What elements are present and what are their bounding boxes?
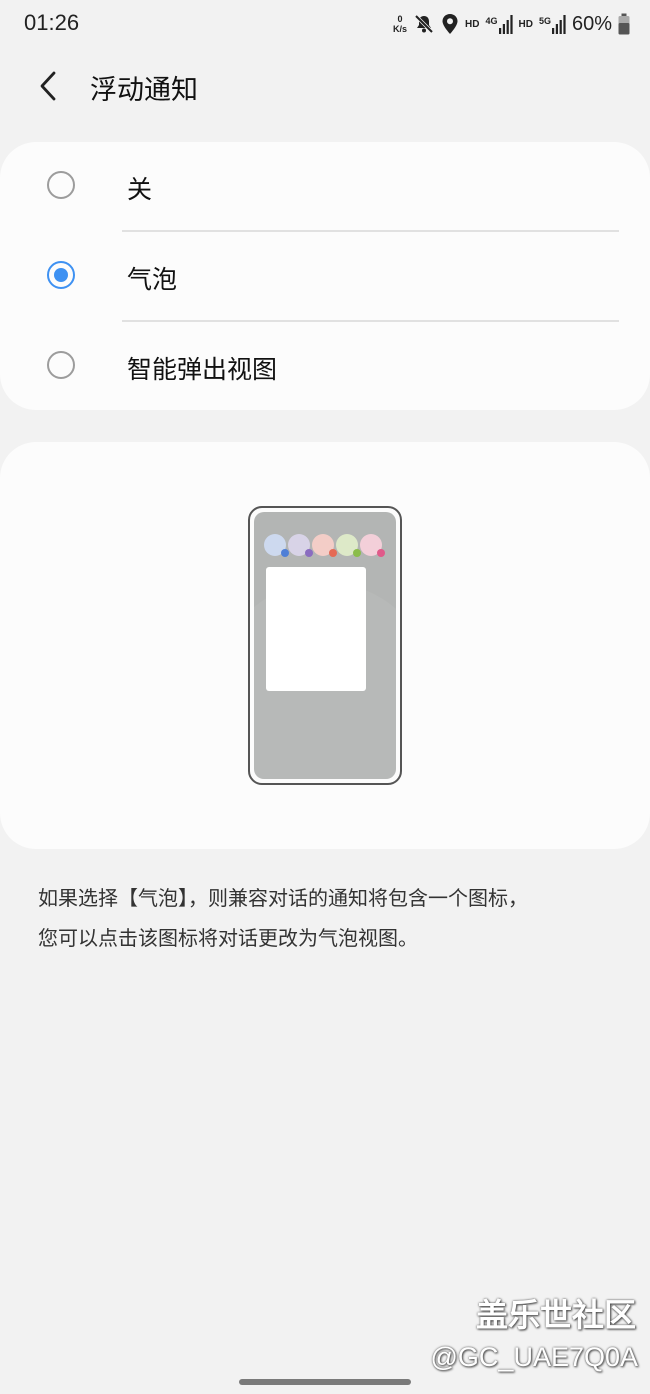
watermark-username: @GC_UAE7Q0A — [430, 1342, 638, 1372]
network-speed-unit: K/s — [393, 24, 408, 34]
page-title: 浮动通知 — [90, 75, 198, 106]
option-off[interactable]: 关 — [0, 142, 650, 232]
bubble-badge — [305, 549, 313, 557]
chat-bubble-icon — [312, 534, 337, 557]
network-speed-value: 0 — [397, 14, 403, 24]
location-icon — [441, 13, 459, 35]
radio-button[interactable] — [47, 171, 75, 199]
signal-group-1: 4G — [485, 14, 513, 34]
chat-bubble-icon — [336, 534, 361, 557]
option-label: 智能弹出视图 — [127, 355, 278, 384]
chat-bubble-icon — [360, 534, 385, 557]
options-card: 关 气泡 智能弹出视图 — [0, 142, 650, 410]
network-speed: 0 K/s — [393, 14, 407, 34]
back-button[interactable] — [28, 66, 68, 106]
hd-badge: HD — [465, 18, 480, 30]
signal-icon — [498, 14, 513, 34]
radio-button[interactable] — [47, 351, 75, 379]
status-time: 01:26 — [24, 10, 80, 35]
bubble-badge — [353, 549, 361, 557]
app-header: 浮动通知 — [0, 48, 650, 124]
option-label: 关 — [127, 175, 153, 204]
network-type-label: 4G — [485, 16, 498, 26]
battery-percentage: 60% — [571, 12, 612, 35]
radio-button-selected[interactable] — [47, 261, 75, 289]
bubble-badge — [281, 549, 289, 557]
hd-badge: HD — [518, 18, 533, 30]
watermark-logo-text: 盖乐世社区 — [475, 1296, 636, 1334]
popup-window — [266, 567, 366, 691]
description-line: 您可以点击该图标将对话更改为气泡视图。 — [38, 926, 418, 950]
description-line: 如果选择【气泡】，则兼容对话的通知将包含一个图标， — [38, 886, 528, 910]
bubble-badge — [377, 549, 385, 557]
battery-icon — [618, 13, 630, 35]
preview-card — [0, 442, 650, 849]
option-smart-popup[interactable]: 智能弹出视图 — [0, 322, 650, 412]
mute-icon — [413, 13, 435, 35]
network-type-label: 5G — [538, 16, 551, 26]
phone-screen — [254, 512, 396, 779]
status-icons: 0 K/s HD 4G HD 5G 60% — [393, 10, 630, 38]
chat-bubble-icon — [264, 534, 289, 557]
bubble-badge — [329, 549, 337, 557]
phone-illustration — [248, 506, 402, 785]
description-text: 如果选择【气泡】，则兼容对话的通知将包含一个图标， 您可以点击该图标将对话更改为… — [38, 878, 618, 958]
chat-bubble-icon — [288, 534, 313, 557]
status-bar: 01:26 0 K/s HD 4G HD 5G 60% — [0, 0, 650, 48]
chevron-left-icon — [40, 71, 56, 101]
home-indicator[interactable] — [239, 1379, 411, 1385]
option-label: 气泡 — [127, 265, 178, 294]
signal-group-2: 5G — [539, 14, 566, 34]
signal-icon — [551, 14, 566, 34]
option-bubble[interactable]: 气泡 — [0, 232, 650, 322]
